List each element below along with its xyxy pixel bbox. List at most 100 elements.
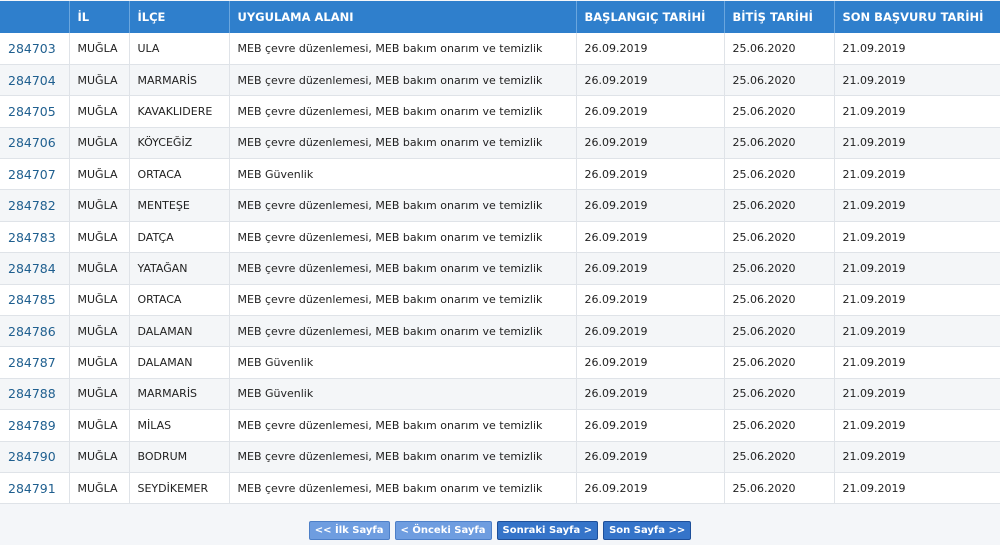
table-row: 284785 MUĞLA ORTACA MEB çevre düzenlemesi, …: [0, 284, 1000, 317]
end-date-cell: 25.06.2020: [724, 95, 835, 128]
application-area-cell: MEB çevre düzenlemesi, MEB bakım onarım …: [229, 472, 577, 505]
application-area-cell: MEB çevre düzenlemesi, MEB bakım onarım …: [229, 127, 577, 160]
col-header-application-area: UYGULAMA ALANI: [229, 1, 577, 33]
record-id-link[interactable]: 284783: [8, 230, 56, 245]
start-date-cell: 26.09.2019: [576, 252, 725, 285]
start-date-cell: 26.09.2019: [576, 284, 725, 317]
start-date-cell: 26.09.2019: [576, 127, 725, 160]
application-area-cell: MEB çevre düzenlemesi, MEB bakım onarım …: [229, 315, 577, 348]
province-cell: MUĞLA: [69, 409, 130, 442]
start-date-cell: 26.09.2019: [576, 441, 725, 473]
province-cell: MUĞLA: [69, 284, 130, 317]
record-id-link[interactable]: 284703: [8, 41, 56, 56]
deadline-cell: 21.09.2019: [834, 284, 1000, 317]
record-id-link[interactable]: 284786: [8, 324, 56, 339]
record-id-cell: 284705: [0, 95, 70, 128]
deadline-cell: 21.09.2019: [834, 158, 1000, 191]
record-id-link[interactable]: 284782: [8, 198, 56, 213]
application-area-cell: MEB çevre düzenlemesi, MEB bakım onarım …: [229, 284, 577, 317]
record-id-link[interactable]: 284791: [8, 481, 56, 496]
last-page-button[interactable]: Son Sayfa >>: [603, 521, 692, 540]
province-cell: MUĞLA: [69, 441, 130, 473]
province-cell: MUĞLA: [69, 189, 130, 222]
table-row: 284783 MUĞLA DATÇA MEB çevre düzenlemesi, M…: [0, 221, 1000, 254]
application-area-cell: MEB çevre düzenlemesi, MEB bakım onarım …: [229, 95, 577, 128]
table-row: 284789 MUĞLA MİLAS MEB çevre düzenlemesi, M…: [0, 409, 1000, 442]
record-id-link[interactable]: 284707: [8, 167, 56, 182]
application-area-cell: MEB çevre düzenlemesi, MEB bakım onarım …: [229, 33, 577, 65]
listing-page: İL İLÇE UYGULAMA ALANI BAŞLANGIÇ TARİHİ …: [0, 0, 1000, 545]
record-id-cell: 284789: [0, 409, 70, 442]
table-header-row: İL İLÇE UYGULAMA ALANI BAŞLANGIÇ TARİHİ …: [0, 1, 1000, 33]
application-area-cell: MEB Güvenlik: [229, 346, 577, 379]
start-date-cell: 26.09.2019: [576, 472, 725, 505]
record-id-link[interactable]: 284706: [8, 135, 56, 150]
start-date-cell: 26.09.2019: [576, 346, 725, 379]
end-date-cell: 25.06.2020: [724, 127, 835, 160]
application-area-cell: MEB çevre düzenlemesi, MEB bakım onarım …: [229, 409, 577, 442]
col-header-end-date: BİTİŞ TARİHİ: [724, 1, 835, 33]
application-area-cell: MEB Güvenlik: [229, 158, 577, 191]
start-date-cell: 26.09.2019: [576, 315, 725, 348]
record-id-link[interactable]: 284785: [8, 292, 56, 307]
start-date-cell: 26.09.2019: [576, 221, 725, 254]
first-page-button[interactable]: << İlk Sayfa: [308, 521, 390, 540]
end-date-cell: 25.06.2020: [724, 33, 835, 65]
record-id-link[interactable]: 284790: [8, 449, 56, 464]
next-page-button[interactable]: Sonraki Sayfa >: [496, 521, 599, 540]
district-cell: ORTACA: [129, 284, 230, 317]
record-id-cell: 284783: [0, 221, 70, 254]
record-id-cell: 284785: [0, 284, 70, 317]
record-id-link[interactable]: 284784: [8, 261, 56, 276]
col-header-province: İL: [69, 1, 130, 33]
record-id-link[interactable]: 284705: [8, 104, 56, 119]
application-area-cell: MEB çevre düzenlemesi, MEB bakım onarım …: [229, 221, 577, 254]
previous-page-button[interactable]: < Önceki Sayfa: [394, 521, 492, 540]
table-row: 284791 MUĞLA SEYDİKEMER MEB çevre düzenleme…: [0, 472, 1000, 505]
start-date-cell: 26.09.2019: [576, 189, 725, 222]
record-id-link[interactable]: 284704: [8, 73, 56, 88]
province-cell: MUĞLA: [69, 378, 130, 411]
results-table: İL İLÇE UYGULAMA ALANI BAŞLANGIÇ TARİHİ …: [0, 1, 1000, 505]
district-cell: MARMARİS: [129, 64, 230, 97]
record-id-cell: 284790: [0, 441, 70, 473]
deadline-cell: 21.09.2019: [834, 346, 1000, 379]
province-cell: MUĞLA: [69, 315, 130, 348]
deadline-cell: 21.09.2019: [834, 95, 1000, 128]
deadline-cell: 21.09.2019: [834, 378, 1000, 411]
deadline-cell: 21.09.2019: [834, 252, 1000, 285]
record-id-link[interactable]: 284787: [8, 355, 56, 370]
record-id-cell: 284784: [0, 252, 70, 285]
application-area-cell: MEB çevre düzenlemesi, MEB bakım onarım …: [229, 64, 577, 97]
deadline-cell: 21.09.2019: [834, 472, 1000, 505]
province-cell: MUĞLA: [69, 127, 130, 160]
record-id-cell: 284791: [0, 472, 70, 505]
deadline-cell: 21.09.2019: [834, 315, 1000, 348]
table-row: 284788 MUĞLA MARMARİS MEB Güvenlik 26.09.201…: [0, 378, 1000, 411]
end-date-cell: 25.06.2020: [724, 346, 835, 379]
col-header-district: İLÇE: [129, 1, 230, 33]
table-row: 284790 MUĞLA BODRUM MEB çevre düzenlemesi, …: [0, 441, 1000, 473]
deadline-cell: 21.09.2019: [834, 189, 1000, 222]
province-cell: MUĞLA: [69, 158, 130, 191]
record-id-link[interactable]: 284788: [8, 386, 56, 401]
district-cell: MİLAS: [129, 409, 230, 442]
district-cell: KAVAKLIDERE: [129, 95, 230, 128]
start-date-cell: 26.09.2019: [576, 378, 725, 411]
district-cell: DALAMAN: [129, 346, 230, 379]
district-cell: MARMARİS: [129, 378, 230, 411]
record-id-cell: 284782: [0, 189, 70, 222]
province-cell: MUĞLA: [69, 472, 130, 505]
record-id-cell: 284707: [0, 158, 70, 191]
col-header-id: [0, 1, 70, 33]
table-row: 284784 MUĞLA YATAĞAN MEB çevre düzenlemesi,…: [0, 252, 1000, 285]
application-area-cell: MEB çevre düzenlemesi, MEB bakım onarım …: [229, 189, 577, 222]
district-cell: SEYDİKEMER: [129, 472, 230, 505]
record-id-link[interactable]: 284789: [8, 418, 56, 433]
start-date-cell: 26.09.2019: [576, 158, 725, 191]
province-cell: MUĞLA: [69, 33, 130, 65]
district-cell: DALAMAN: [129, 315, 230, 348]
end-date-cell: 25.06.2020: [724, 472, 835, 505]
province-cell: MUĞLA: [69, 252, 130, 285]
deadline-cell: 21.09.2019: [834, 409, 1000, 442]
